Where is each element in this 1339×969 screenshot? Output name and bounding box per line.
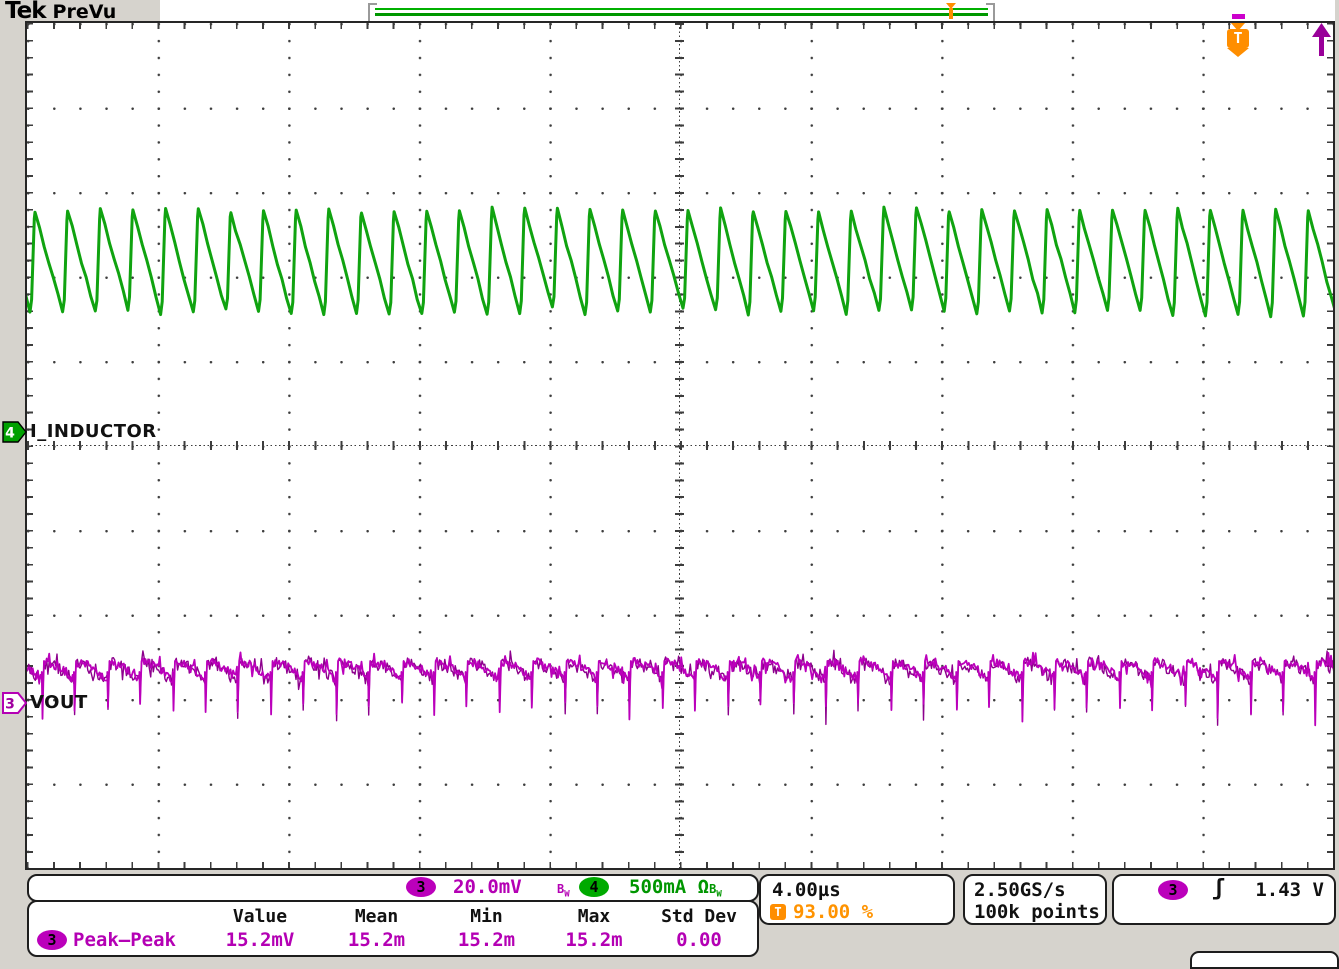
trigger-marker-stem [949, 8, 954, 19]
ch4-bubble: 4 [579, 877, 609, 897]
trigger-position-dash [1232, 14, 1245, 19]
trigger-position-flag-icon[interactable]: T [1227, 23, 1249, 57]
ch4-inductor-current-trace [27, 205, 1333, 319]
waveform-traces [27, 205, 1333, 727]
header-stddev: Std Dev [661, 906, 737, 927]
ch4-scale-readout: 500mA ΩBW [629, 876, 722, 900]
acquisition-mode-label: PreVu [52, 1, 117, 23]
header-value: Value [232, 906, 288, 927]
ch3-number-badge: 3 [406, 877, 436, 897]
trigger-level-readout: 1.43 V [1255, 879, 1324, 901]
trigger-readout-box: 3 ʃ 1.43 V [1112, 874, 1336, 925]
record-view-trigger-marker-icon[interactable] [945, 3, 957, 19]
header-max: Max [577, 906, 611, 927]
ch4-reference-marker[interactable]: 4 [2, 421, 27, 443]
acquisition-readout-box: 2.50GS/s 100k points [963, 874, 1107, 925]
measurement-min: 15.2m [457, 929, 516, 951]
ch3-bandwidth-limit-icon: BW [557, 882, 570, 900]
timebase-readout-box: 4.00µs T 93.00 % [759, 874, 955, 925]
graticule [25, 21, 1335, 870]
measurement-name: Peak–Peak [73, 929, 176, 951]
ch3-scale-readout: 20.0mV [453, 876, 522, 898]
trigger-slope-rising-icon: ʃ [1212, 876, 1226, 901]
ch4-trace-label: I_INDUCTOR [30, 421, 157, 442]
trigger-level-offscreen-arrow-icon [1312, 23, 1331, 56]
record-view-trace-lower [375, 13, 988, 16]
brand: Tek PreVu [5, 0, 117, 24]
ch4-marker-arrow-icon: 4 [2, 421, 27, 443]
header-min: Min [470, 906, 503, 927]
measurement-row: 3 Peak–Peak 15.2mV 15.2m 15.2m 15.2m 0.0… [29, 929, 753, 951]
trigger-position-badge-icon: T [770, 904, 786, 920]
measurement-table: Value Mean Min Max Std Dev 3 Peak–Peak 1… [27, 900, 759, 957]
measurement-max: 15.2m [565, 929, 623, 951]
ch3-trace-label: VOUT [30, 692, 88, 713]
measurement-header-row: Value Mean Min Max Std Dev [29, 906, 753, 927]
timebase-scale: 4.00µs [772, 879, 841, 901]
svg-text:3: 3 [5, 697, 15, 713]
measurement-stddev: 0.00 [676, 929, 722, 951]
record-length: 100k points [974, 901, 1100, 923]
ch3-marker-arrow-icon: 3 [2, 692, 28, 714]
measurement-value: 15.2mV [225, 929, 295, 951]
record-view-trace-upper [375, 8, 988, 10]
ch4-impedance-symbol: Ω [697, 876, 710, 898]
measurement-mean: 15.2m [347, 929, 406, 951]
channel-scale-readout-box: 3 20.0mV BW 4 500mA ΩBW [27, 874, 759, 902]
oscilloscope-screen: Tek PreVu 4 I_INDUCTOR 3 VOUT T 3 20.0mV… [0, 0, 1339, 969]
ch4-bandwidth-limit-icon: BW [709, 882, 722, 900]
trigger-flag-bottom-point [1227, 48, 1249, 57]
popup-box-partial [1190, 951, 1339, 969]
ch4-number-badge: 4 [579, 877, 609, 897]
ch3-reference-marker[interactable]: 3 [2, 692, 28, 714]
measurement-source-badge: 3 [37, 930, 67, 950]
sample-rate: 2.50GS/s [974, 879, 1066, 901]
svg-text:4: 4 [5, 426, 15, 442]
record-view-bar [368, 3, 995, 23]
trigger-flag-body: T [1227, 29, 1249, 48]
header-mean: Mean [354, 906, 399, 927]
trigger-position-percent: 93.00 % [793, 901, 874, 923]
trigger-source-badge: 3 [1158, 880, 1188, 900]
ch3-bubble: 3 [406, 877, 436, 897]
